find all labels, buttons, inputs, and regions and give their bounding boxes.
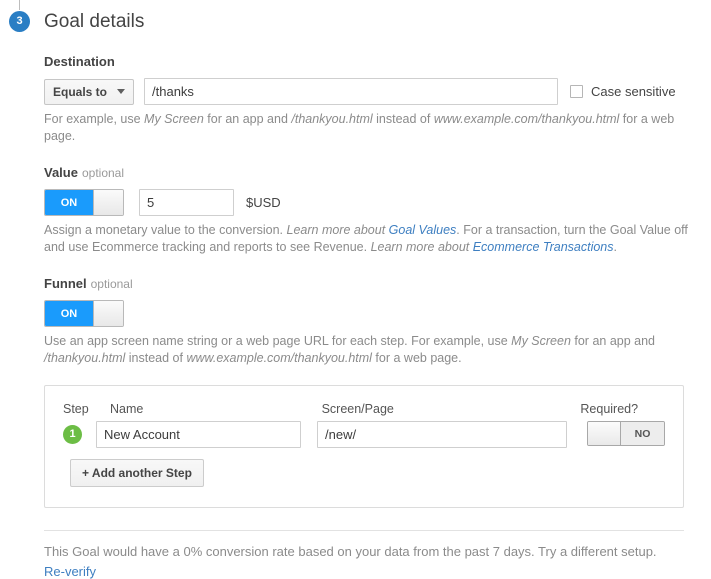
step-required-toggle[interactable]: NO [587, 421, 665, 446]
funnel-label-text: Funnel [44, 276, 87, 291]
funnel-optional-tag: optional [90, 277, 133, 291]
funnel-help-em3: www.example.com/thankyou.html [186, 351, 372, 365]
funnel-help-text: Use an app screen name string or a web p… [44, 333, 704, 367]
add-another-step-button[interactable]: + Add another Step [70, 459, 204, 487]
funnel-toggle-row: ON [44, 300, 711, 327]
column-header-required: Required? [580, 402, 639, 416]
value-label-text: Value [44, 165, 78, 180]
funnel-step-row: 1 NO [63, 421, 665, 448]
funnel-help-part2: for an app and [570, 334, 656, 348]
step-required-toggle-label: NO [621, 422, 664, 445]
step-number-badge: 3 [9, 11, 30, 32]
value-row: ON $USD [44, 189, 711, 216]
step-required-toggle-knob [588, 422, 621, 445]
value-section-label: Value optional [44, 165, 711, 180]
match-type-value: Equals to [53, 84, 108, 99]
funnel-table-header: Step Name Screen/Page Required? [63, 402, 665, 416]
funnel-step-number-badge: 1 [63, 425, 82, 444]
destination-help-part1: For example, use [44, 112, 145, 126]
funnel-section-label: Funnel optional [44, 276, 711, 291]
column-header-step: Step [63, 402, 89, 416]
step-badge-cell: 1 [63, 425, 96, 444]
destination-help-em3: www.example.com/thankyou.html [433, 112, 620, 126]
step-screen-page-input[interactable] [317, 421, 567, 448]
destination-help-part2: for an app and [203, 112, 292, 126]
match-type-dropdown[interactable]: Equals to [44, 78, 135, 105]
funnel-toggle-knob [93, 301, 123, 326]
value-help-part3: . [613, 240, 617, 254]
destination-section-label: Destination [44, 54, 711, 69]
funnel-help-em2: /thankyou.html [44, 351, 126, 365]
funnel-help-part4: for a web page. [371, 351, 462, 365]
value-help-text: Assign a monetary value to the conversio… [44, 222, 704, 256]
step-screen-page-cell [317, 421, 567, 448]
goal-details-panel: Goal details Destination Equals to Case … [44, 0, 711, 579]
case-sensitive-checkbox[interactable]: Case sensitive [570, 84, 676, 99]
currency-label: $USD [246, 195, 281, 210]
step-required-cell: NO [587, 421, 665, 448]
destination-input[interactable] [144, 78, 559, 105]
step-indicator-rail: 3 [0, 0, 40, 40]
value-amount-input[interactable] [139, 189, 234, 216]
checkbox-box-icon [570, 85, 584, 98]
funnel-help-part1: Use an app screen name string or a web p… [44, 334, 512, 348]
funnel-toggle-on-label: ON [45, 301, 93, 326]
ecommerce-transactions-link[interactable]: Ecommerce Transactions [473, 240, 614, 254]
destination-help-em2: /thankyou.html [291, 112, 373, 126]
funnel-help-part3: instead of [125, 351, 187, 365]
step-connector-line [19, 0, 20, 10]
value-toggle-on-label: ON [45, 190, 93, 215]
verification-message: This Goal would have a 0% conversion rat… [44, 544, 657, 559]
value-toggle[interactable]: ON [44, 189, 124, 216]
destination-row: Equals to Case sensitive [44, 78, 711, 105]
funnel-help-em1: My Screen [511, 334, 571, 348]
re-verify-link[interactable]: Re-verify [44, 564, 96, 579]
chevron-down-icon [117, 89, 126, 94]
destination-label-text: Destination [44, 54, 115, 69]
case-sensitive-label: Case sensitive [591, 84, 676, 99]
value-help-link1-prefix: Learn more about [286, 223, 389, 237]
value-optional-tag: optional [81, 166, 125, 180]
value-help-part1: Assign a monetary value to the conversio… [44, 223, 287, 237]
destination-help-em1: My Screen [144, 112, 204, 126]
column-header-name: Name [110, 402, 144, 416]
column-header-screen-page: Screen/Page [321, 402, 394, 416]
step-name-cell [96, 421, 301, 448]
value-help-link2-prefix: Learn more about [370, 240, 473, 254]
page-title: Goal details [44, 11, 145, 32]
value-toggle-knob [93, 190, 123, 215]
funnel-toggle[interactable]: ON [44, 300, 124, 327]
step-name-input[interactable] [96, 421, 301, 448]
destination-help-part3: instead of [372, 112, 434, 126]
destination-help-text: For example, use My Screen for an app an… [44, 111, 704, 145]
goal-values-link[interactable]: Goal Values [389, 223, 457, 237]
funnel-steps-card: Step Name Screen/Page Required? 1 NO + A [44, 385, 684, 508]
